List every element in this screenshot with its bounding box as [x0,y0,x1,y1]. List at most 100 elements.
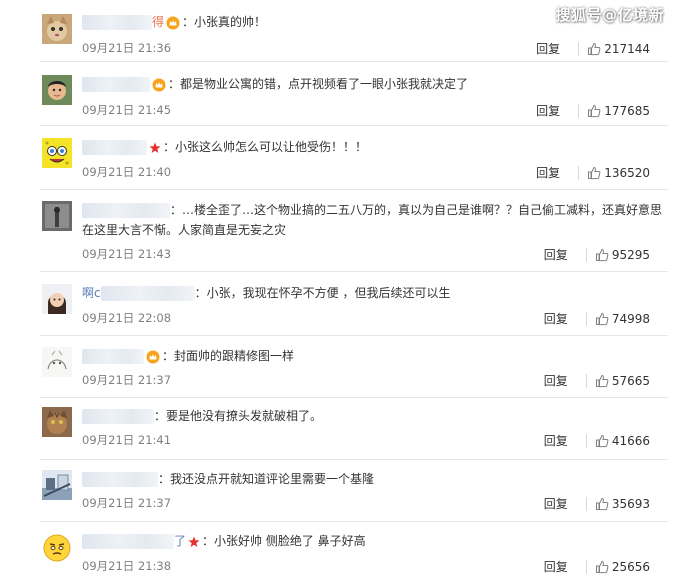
like-count: 25656 [611,559,650,574]
like-button[interactable]: 41666 [595,434,650,448]
comment-time: 09月21日 21:37 [82,373,172,387]
reply-button[interactable]: 回复 [544,558,568,575]
comment-actions: 回复 95295 [544,246,650,263]
girl-avatar-icon[interactable] [42,284,72,314]
comment-item: 了：小张好帅 侧脸绝了 鼻子好高 09月21日 21:38 回复 25656 [0,522,678,586]
scene-avatar-icon[interactable] [42,470,72,500]
like-button[interactable]: 35693 [595,497,650,511]
divider [585,373,587,388]
comment-item: ：我还没点开就知道评论里需要一个基隆 09月21日 21:37 回复 35693 [0,460,678,522]
divider [585,311,587,326]
comment-text-line: ：都是物业公寓的错，点开视频看了一眼小张我就决定了 [82,74,666,94]
thumbs-up-icon [588,166,601,179]
comment-item: ：要是他没有撩头发就破相了。 09月21日 21:41 回复 41666 [0,398,678,460]
comment-actions: 回复 177685 [536,102,650,119]
divider [585,559,587,574]
reply-button[interactable]: 回复 [536,40,560,57]
username-fragment[interactable]: 得 [152,15,164,29]
divider [585,247,587,262]
divider [578,41,580,56]
like-button[interactable]: 136520 [587,166,650,180]
reply-button[interactable]: 回复 [544,246,568,263]
like-button[interactable]: 74998 [595,312,650,326]
username-blur[interactable] [82,140,147,155]
divider [578,165,580,180]
comment-actions: 回复 74998 [544,310,650,327]
comment-actions: 回复 136520 [536,164,650,181]
username-blur[interactable] [82,203,170,218]
username-blur[interactable] [82,534,174,549]
username-blur[interactable] [82,409,154,424]
star-icon [188,536,200,547]
divider [578,103,580,118]
username-blur[interactable] [82,15,152,30]
reply-button[interactable]: 回复 [544,432,568,449]
comment-time: 09月21日 22:08 [82,311,172,325]
comment-text: 小张，我现在怀孕不方便 ，但我后续还可以生 [206,286,451,300]
comment-text-line: ：要是他没有撩头发就破相了。 [82,406,666,426]
username-blur[interactable] [82,349,144,364]
comment-time: 09月21日 21:36 [82,41,172,55]
like-count: 74998 [611,311,650,326]
thumbs-up-icon [588,42,601,55]
divider [585,433,587,448]
gray-avatar-icon[interactable] [42,201,72,231]
comment-text: 小张好帅 侧脸绝了 鼻子好高 [214,534,366,548]
reply-button[interactable]: 回复 [544,372,568,389]
comment-text: 小张这么帅怎么可以让他受伤！！！ [175,140,368,154]
comment-item: ：小张这么帅怎么可以让他受伤！！！ 09月21日 21:40 回复 136520 [0,126,678,190]
comment-time: 09月21日 21:40 [82,165,172,179]
like-count: 41666 [611,433,650,448]
thumbs-up-icon [595,560,609,573]
like-button[interactable]: 95295 [595,248,650,262]
comment-actions: 回复 217144 [536,40,650,57]
like-button[interactable]: 217144 [587,42,650,56]
comment-text: 封面帅的跟精修图一样 [174,349,295,363]
comment-time: 09月21日 21:37 [82,496,172,510]
like-count: 35693 [611,496,650,511]
reply-button[interactable]: 回复 [536,102,560,119]
like-count: 95295 [611,247,650,262]
comment-text-line: ：封面帅的跟精修图一样 [82,346,666,366]
crown-icon [152,78,166,91]
thumbs-up-icon [595,374,609,387]
sketch-avatar-icon[interactable] [42,347,72,377]
thumbs-up-icon [595,312,609,325]
thumbs-up-icon [588,104,601,117]
comment-actions: 回复 41666 [544,432,650,449]
emoji-avatar-icon[interactable] [42,533,72,563]
comment-time: 09月21日 21:38 [82,559,172,573]
sponge-avatar-icon[interactable] [42,138,72,168]
man-avatar-icon[interactable] [42,75,72,105]
comment-item: 啊c ：小张，我现在怀孕不方便 ，但我后续还可以生 09月21日 22:08 回复… [0,272,678,336]
reply-button[interactable]: 回复 [544,310,568,327]
comment-text-line: 啊c ：小张，我现在怀孕不方便 ，但我后续还可以生 [82,286,451,301]
reply-button[interactable]: 回复 [544,495,568,512]
thumbs-up-icon [595,434,609,447]
username-blur[interactable] [82,77,150,92]
comment-text-line: ：小张这么帅怎么可以让他受伤！！！ [82,137,666,157]
comment-text-line: ：我还没点开就知道评论里需要一个基隆 [82,469,666,489]
username-fragment[interactable]: 啊c [82,286,101,300]
watermark: 搜狐号@亿境新 [555,6,664,24]
comment-text: 小张真的帅！ [194,15,267,29]
like-button[interactable]: 25656 [595,560,650,574]
reply-button[interactable]: 回复 [536,164,560,181]
comment-actions: 回复 57665 [544,372,650,389]
comment-text-line: ：…楼全歪了…这个物业搞的二五八万的，真以为自己是谁啊？？自己偷工减料，还真好意… [82,203,663,237]
tabby-avatar-icon[interactable] [42,407,72,437]
thumbs-up-icon [595,248,609,261]
like-button[interactable]: 57665 [595,374,650,388]
comment-time: 09月21日 21:43 [82,247,172,261]
comment-text-line: 了：小张好帅 侧脸绝了 鼻子好高 [82,531,666,551]
cat-avatar-icon[interactable] [42,14,72,44]
star-icon [149,142,161,153]
like-count: 177685 [604,103,650,118]
comment-actions: 回复 35693 [544,495,650,512]
username-blur[interactable] [82,472,158,487]
thumbs-up-icon [595,497,609,510]
crown-icon [146,350,160,363]
like-button[interactable]: 177685 [587,104,650,118]
username-blur[interactable] [100,286,195,301]
username-fragment[interactable]: 了 [174,534,186,548]
